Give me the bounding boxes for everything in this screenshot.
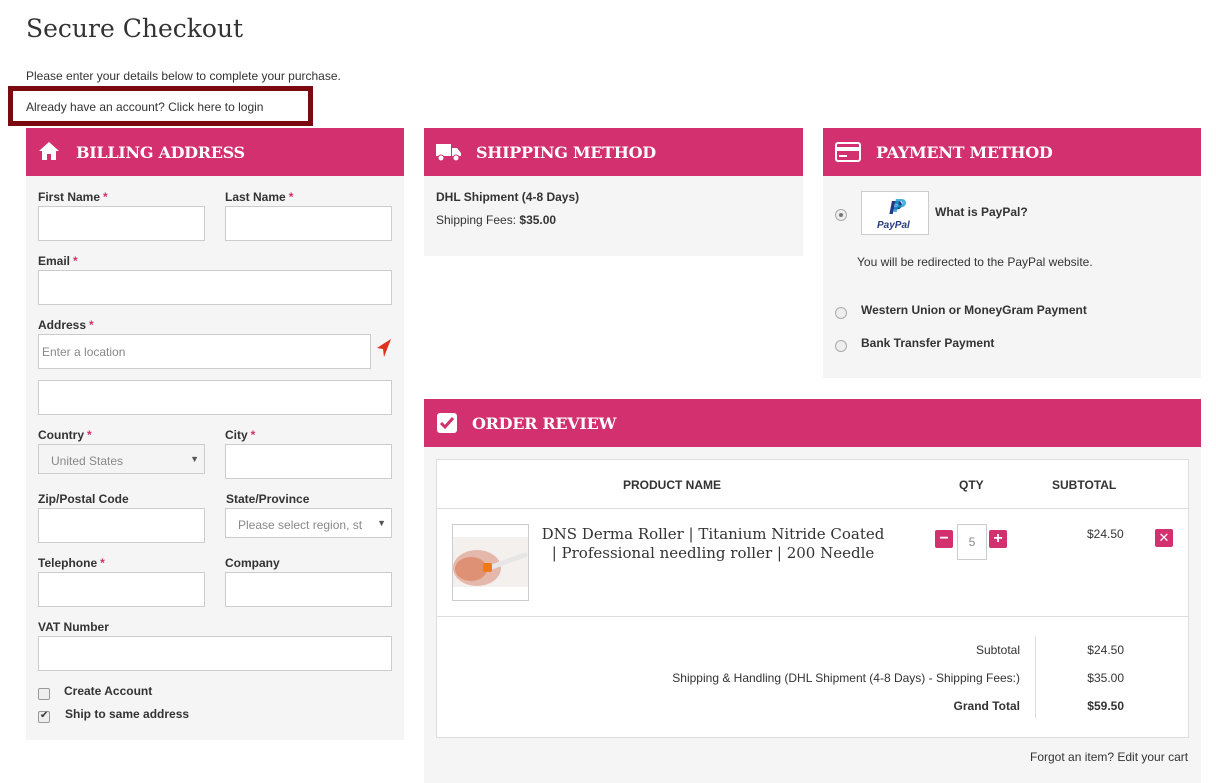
telephone-input[interactable] xyxy=(38,572,205,607)
grand-total-label: Grand Total xyxy=(953,699,1020,713)
billing-header: BILLING ADDRESS xyxy=(26,128,404,176)
shipping-panel: SHIPPING METHOD DHL Shipment (4-8 Days) … xyxy=(424,128,803,256)
qty-decrease-button[interactable]: − xyxy=(935,530,953,548)
shipping-handling-label: Shipping & Handling (DHL Shipment (4-8 D… xyxy=(672,671,1020,685)
first-name-input[interactable] xyxy=(38,206,205,241)
email-label: Email * xyxy=(38,254,78,268)
vat-label: VAT Number xyxy=(38,620,109,634)
edit-cart-link[interactable]: Forgot an item? Edit your cart xyxy=(1030,750,1188,764)
chevron-down-icon: ▼ xyxy=(190,454,199,464)
login-prompt-box[interactable]: Already have an account? Click here to l… xyxy=(8,86,313,126)
item-divider xyxy=(437,616,1188,617)
email-input[interactable] xyxy=(38,270,392,305)
ship-same-label[interactable]: Ship to same address xyxy=(65,707,189,721)
login-link[interactable]: Already have an account? Click here to l… xyxy=(26,100,263,114)
create-account-label[interactable]: Create Account xyxy=(64,684,152,698)
address-line2-input[interactable] xyxy=(38,380,392,415)
paypal-radio[interactable] xyxy=(835,209,847,221)
page-intro: Please enter your details below to compl… xyxy=(26,69,341,83)
vat-input[interactable] xyxy=(38,636,392,671)
country-label: Country * xyxy=(38,428,92,442)
totals-divider xyxy=(1035,636,1036,718)
country-select[interactable]: United States ▼ xyxy=(38,444,205,474)
zip-input[interactable] xyxy=(38,508,205,543)
state-label: State/Province xyxy=(226,492,310,506)
last-name-label: Last Name * xyxy=(225,190,294,204)
ship-same-checkbox[interactable] xyxy=(38,710,50,723)
create-account-checkbox[interactable] xyxy=(38,688,50,700)
city-label: City * xyxy=(225,428,256,442)
payment-header: PAYMENT METHOD xyxy=(823,128,1201,176)
qty-header: QTY xyxy=(959,478,984,492)
billing-panel: BILLING ADDRESS First Name * Last Name * E… xyxy=(26,128,404,740)
review-title: ORDER REVIEW xyxy=(472,414,617,433)
subtotal-header: SUBTOTAL xyxy=(1052,478,1117,492)
address-placeholder: Enter a location xyxy=(42,345,126,359)
paypal-logo-text: PayPal xyxy=(877,220,910,231)
credit-card-icon xyxy=(835,142,861,165)
qty-input[interactable]: 5 xyxy=(957,524,987,560)
address-input[interactable]: Enter a location xyxy=(38,334,371,369)
shipping-title: SHIPPING METHOD xyxy=(476,143,656,162)
chevron-down-icon: ▼ xyxy=(377,518,386,528)
country-value: United States xyxy=(51,454,124,468)
company-input[interactable] xyxy=(225,572,392,607)
remove-item-icon[interactable]: ✕ xyxy=(1155,529,1173,547)
page-title: Secure Checkout xyxy=(26,14,244,43)
svg-text:P: P xyxy=(893,196,906,217)
bank-transfer-radio[interactable] xyxy=(835,340,847,352)
qty-increase-button[interactable]: + xyxy=(989,530,1007,548)
billing-title: BILLING ADDRESS xyxy=(76,143,245,162)
shipping-method-name: DHL Shipment (4-8 Days) xyxy=(436,190,580,204)
shipping-handling-value: $35.00 xyxy=(1087,671,1124,685)
western-union-radio[interactable] xyxy=(835,307,847,319)
zip-label: Zip/Postal Code xyxy=(38,492,129,506)
product-name-header: PRODUCT NAME xyxy=(623,478,721,492)
subtotal-label: Subtotal xyxy=(975,643,1020,657)
western-union-label[interactable]: Western Union or MoneyGram Payment xyxy=(861,303,1087,317)
paypal-logo: P P PayPal xyxy=(861,191,929,235)
last-name-input[interactable] xyxy=(225,206,392,241)
product-name[interactable]: DNS Derma Roller | Titanium Nitride Coat… xyxy=(537,525,889,563)
locate-arrow-icon[interactable] xyxy=(375,338,393,361)
truck-icon xyxy=(436,142,462,165)
state-select[interactable]: Please select region, st ▼ xyxy=(225,508,392,538)
payment-panel: PAYMENT METHOD P P PayPal What is PayPal… xyxy=(823,128,1201,378)
checkbox-icon xyxy=(437,413,457,436)
company-label: Company xyxy=(225,556,280,570)
payment-title: PAYMENT METHOD xyxy=(876,143,1053,162)
paypal-note: You will be redirected to the PayPal web… xyxy=(857,255,1093,269)
home-icon xyxy=(38,141,60,164)
shipping-header: SHIPPING METHOD xyxy=(424,128,803,176)
first-name-label: First Name * xyxy=(38,190,108,204)
bank-transfer-label[interactable]: Bank Transfer Payment xyxy=(861,336,994,350)
city-input[interactable] xyxy=(225,444,392,479)
item-price: $24.50 xyxy=(1087,527,1124,541)
telephone-label: Telephone * xyxy=(38,556,105,570)
order-table: PRODUCT NAME QTY SUBTOTAL DNS Derma Roll… xyxy=(436,459,1189,738)
subtotal-value: $24.50 xyxy=(1087,643,1124,657)
product-thumbnail[interactable] xyxy=(452,524,529,601)
paypal-what-link[interactable]: What is PayPal? xyxy=(935,205,1028,219)
review-header: ORDER REVIEW xyxy=(424,399,1201,447)
shipping-fees: Shipping Fees: $35.00 xyxy=(436,213,557,227)
address-label: Address * xyxy=(38,318,94,332)
grand-total-value: $59.50 xyxy=(1087,699,1124,713)
header-divider xyxy=(437,508,1188,509)
state-placeholder: Please select region, st xyxy=(238,518,363,532)
